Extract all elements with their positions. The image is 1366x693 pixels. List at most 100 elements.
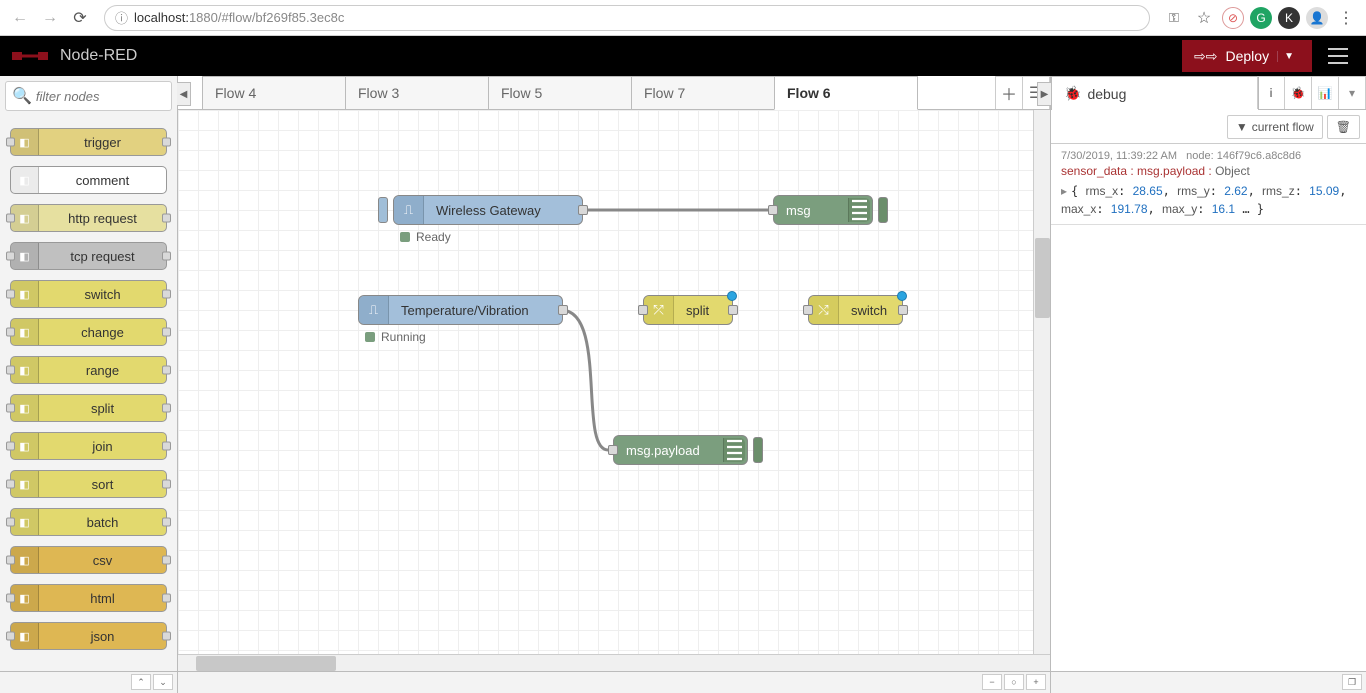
debug-msg-body[interactable]: ▸{ rms_x: 28.65, rms_y: 2.62, rms_z: 15.… [1061, 182, 1356, 218]
input-port[interactable] [768, 205, 778, 215]
debug-toolbar: ▼ current flow 🗑 [1051, 110, 1366, 144]
extension-icon-1[interactable]: ⊘ [1222, 7, 1244, 29]
flow-tab[interactable]: Flow 3 [345, 76, 489, 109]
debug-toggle-button[interactable] [878, 197, 888, 223]
inject-button[interactable] [378, 197, 388, 223]
debug-msg-node: node: 146f79c6.a8c8d6 [1186, 150, 1301, 162]
deploy-button[interactable]: ⇨⇨ Deploy ▼ [1182, 40, 1312, 72]
canvas-wrapper: ⎍ Wireless Gateway Ready msg [178, 110, 1050, 671]
node-label: Wireless Gateway [424, 203, 553, 218]
palette-filter[interactable]: 🔍 [5, 81, 172, 111]
debug-msg-meta: 7/30/2019, 11:39:22 AM node: 146f79c6.a8… [1061, 150, 1356, 162]
palette-node-json[interactable]: ◧json [10, 622, 167, 650]
debug-toggle-button[interactable] [753, 437, 763, 463]
node-temperature-vibration[interactable]: ⎍ Temperature/Vibration Running [358, 295, 563, 325]
palette-node-sort[interactable]: ◧sort [10, 470, 167, 498]
browser-forward-button[interactable]: → [38, 6, 62, 30]
palette-node-tcp-request[interactable]: ◧tcp request [10, 242, 167, 270]
workspace-footer: − ○ + [178, 671, 1050, 693]
palette-node-change[interactable]: ◧change [10, 318, 167, 346]
bookmark-star-icon[interactable]: ☆ [1192, 6, 1216, 30]
key-icon[interactable]: ⚿ [1162, 6, 1186, 30]
node-label: msg.payload [614, 443, 712, 458]
browser-menu-button[interactable]: ⋮ [1334, 6, 1358, 30]
palette-node-join[interactable]: ◧join [10, 432, 167, 460]
output-port[interactable] [578, 205, 588, 215]
add-flow-button[interactable]: ＋ [995, 76, 1023, 109]
palette-node-range[interactable]: ◧range [10, 356, 167, 384]
sidebar-tab-debug-icon[interactable]: 🐞 [1284, 76, 1312, 109]
profile-avatar-icon[interactable]: 👤 [1306, 7, 1328, 29]
input-port[interactable] [638, 305, 648, 315]
expand-caret-icon[interactable]: ▸ [1061, 184, 1067, 198]
sidebar-tab-chart[interactable]: 📊 [1311, 76, 1339, 109]
zoom-in-button[interactable]: + [1026, 674, 1046, 690]
debug-messages[interactable]: 7/30/2019, 11:39:22 AM node: 146f79c6.a8… [1051, 144, 1366, 671]
palette-node-label: trigger [39, 135, 166, 150]
flow-canvas[interactable]: ⎍ Wireless Gateway Ready msg [178, 110, 1050, 671]
zoom-reset-button[interactable]: ○ [1004, 674, 1024, 690]
sidebar-footer: ❐ [1051, 671, 1366, 693]
app-header: Node-RED ⇨⇨ Deploy ▼ [0, 36, 1366, 76]
extension-icon-2[interactable]: G [1250, 7, 1272, 29]
palette-node-batch[interactable]: ◧batch [10, 508, 167, 536]
debug-window-button[interactable]: ❐ [1342, 674, 1362, 690]
right-sidebar: ▶ 🐞 debug i 🐞 📊 ▾ ▼ current flow 🗑 [1050, 76, 1366, 693]
output-port[interactable] [728, 305, 738, 315]
app-title: Node-RED [60, 47, 137, 65]
palette-node-trigger[interactable]: ◧trigger [10, 128, 167, 156]
flow-tab[interactable]: Flow 6 [774, 76, 918, 110]
palette-node-label: sort [39, 477, 166, 492]
flow-tab[interactable]: Flow 7 [631, 76, 775, 109]
sidebar-collapse-toggle[interactable]: ▶ [1037, 82, 1051, 106]
palette-node-comment[interactable]: ◧comment [10, 166, 167, 194]
deploy-dropdown-caret[interactable]: ▼ [1277, 51, 1300, 62]
palette-node-html[interactable]: ◧html [10, 584, 167, 612]
canvas-horizontal-scrollbar[interactable] [178, 654, 1050, 671]
input-port[interactable] [608, 445, 618, 455]
debug-clear-button[interactable]: 🗑 [1327, 115, 1360, 139]
palette-collapse-up-button[interactable]: ⌃ [131, 674, 151, 690]
node-wireless-gateway[interactable]: ⎍ Wireless Gateway Ready [393, 195, 583, 225]
output-port[interactable] [898, 305, 908, 315]
node-status: Ready [400, 230, 451, 244]
flow-tab[interactable]: Flow 5 [488, 76, 632, 109]
input-port[interactable] [803, 305, 813, 315]
sidebar-tab-more[interactable]: ▾ [1338, 76, 1366, 109]
sidebar-tab-debug[interactable]: 🐞 debug [1051, 76, 1259, 110]
flow-tab[interactable]: Flow 4 [202, 76, 346, 109]
palette-expand-down-button[interactable]: ⌄ [153, 674, 173, 690]
node-type-icon: ◧ [11, 243, 39, 269]
node-debug-payload[interactable]: msg.payload [613, 435, 748, 465]
palette-node-switch[interactable]: ◧switch [10, 280, 167, 308]
node-split[interactable]: ⤱ split [643, 295, 733, 325]
node-debug-msg[interactable]: msg [773, 195, 873, 225]
extension-icon-3[interactable]: K [1278, 7, 1300, 29]
browser-back-button[interactable]: ← [8, 6, 32, 30]
node-label: split [674, 303, 721, 318]
palette-node-csv[interactable]: ◧csv [10, 546, 167, 574]
node-label: msg [774, 203, 823, 218]
sidebar-tab-info[interactable]: i [1257, 76, 1285, 109]
palette-footer: ⌃ ⌄ [0, 671, 177, 693]
debug-filter-button[interactable]: ▼ current flow [1227, 115, 1323, 139]
node-type-icon: ◧ [11, 471, 39, 497]
palette-node-split[interactable]: ◧split [10, 394, 167, 422]
output-port[interactable] [558, 305, 568, 315]
palette-collapse-toggle[interactable]: ◀ [177, 82, 191, 106]
browser-reload-button[interactable]: ⟳ [68, 6, 92, 30]
canvas-vertical-scrollbar[interactable] [1033, 110, 1050, 654]
palette-node-http-request[interactable]: ◧http request [10, 204, 167, 232]
status-text: Ready [416, 230, 451, 244]
site-info-icon[interactable]: ⓘ [115, 8, 128, 27]
palette-filter-input[interactable] [36, 89, 165, 104]
hamburger-menu-button[interactable] [1320, 38, 1356, 74]
debug-msg-topic: sensor_data : msg.payload : Object [1061, 164, 1356, 178]
zoom-out-button[interactable]: − [982, 674, 1002, 690]
palette-node-label: csv [39, 553, 166, 568]
status-dot-icon [400, 232, 410, 242]
node-type-icon: ◧ [11, 509, 39, 535]
address-bar[interactable]: ⓘ localhost: 1880/#flow/bf269f85.3ec8c [104, 5, 1150, 31]
node-switch[interactable]: ⤭ switch [808, 295, 903, 325]
debug-message[interactable]: 7/30/2019, 11:39:22 AM node: 146f79c6.a8… [1051, 144, 1366, 225]
